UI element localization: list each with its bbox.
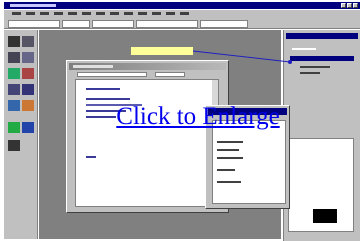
app-title-bar xyxy=(4,2,360,9)
toolbar xyxy=(4,17,360,29)
brush-tool-icon[interactable] xyxy=(22,52,34,63)
callout-label xyxy=(131,47,193,55)
text-line-blur xyxy=(86,98,130,100)
toolbar-field[interactable] xyxy=(62,20,90,28)
document-title-blur xyxy=(73,65,113,68)
select-tool-icon[interactable] xyxy=(8,36,20,47)
panel-list[interactable] xyxy=(288,42,356,82)
hand-tool-icon[interactable] xyxy=(22,100,34,111)
dropper-tool-icon[interactable] xyxy=(8,140,20,151)
list-item-selected[interactable] xyxy=(290,56,354,61)
zoom-tool-icon[interactable] xyxy=(8,100,20,111)
list-item-blur xyxy=(292,48,316,50)
zoom-field[interactable] xyxy=(77,72,147,77)
title-text-blur xyxy=(10,4,56,7)
click-to-enlarge-link[interactable]: Click to Enlarge xyxy=(88,103,308,131)
line-tool-icon[interactable] xyxy=(22,84,34,95)
color-swatch-icon[interactable] xyxy=(22,122,34,133)
close-icon[interactable] xyxy=(353,3,358,8)
text-tool-icon[interactable] xyxy=(8,52,20,63)
list-item-blur xyxy=(300,72,320,74)
list-item-blur xyxy=(300,66,330,68)
toolbar-field[interactable] xyxy=(92,20,134,28)
move-tool-icon[interactable] xyxy=(22,36,34,47)
color-swatch-icon[interactable] xyxy=(8,122,20,133)
property-row-blur xyxy=(217,169,235,171)
document-toolbar xyxy=(71,72,226,78)
properties-list[interactable] xyxy=(212,120,286,204)
document-canvas[interactable] xyxy=(75,79,219,207)
preview-swatch xyxy=(313,209,337,223)
minimize-icon[interactable] xyxy=(341,3,346,8)
fill-tool-icon[interactable] xyxy=(8,68,20,79)
document-title-bar xyxy=(69,63,226,70)
panel-title-bar xyxy=(286,33,358,39)
toolbar-field[interactable] xyxy=(8,20,60,28)
property-row-blur xyxy=(217,141,243,143)
text-line-blur xyxy=(86,156,96,158)
eraser-tool-icon[interactable] xyxy=(22,68,34,79)
text-line-blur xyxy=(86,88,120,90)
toolbar-field[interactable] xyxy=(136,20,198,28)
property-row-blur xyxy=(217,181,241,183)
maximize-icon[interactable] xyxy=(347,3,352,8)
property-row-blur xyxy=(217,149,239,151)
layers-preview[interactable] xyxy=(288,138,354,232)
tool-palette xyxy=(4,30,38,239)
menu-items-blur xyxy=(12,12,192,15)
toolbar-field[interactable] xyxy=(200,20,248,28)
right-panel xyxy=(283,30,360,241)
shape-tool-icon[interactable] xyxy=(8,84,20,95)
menu-bar[interactable] xyxy=(4,10,360,17)
property-row-blur xyxy=(217,157,243,159)
page-field[interactable] xyxy=(155,72,185,77)
